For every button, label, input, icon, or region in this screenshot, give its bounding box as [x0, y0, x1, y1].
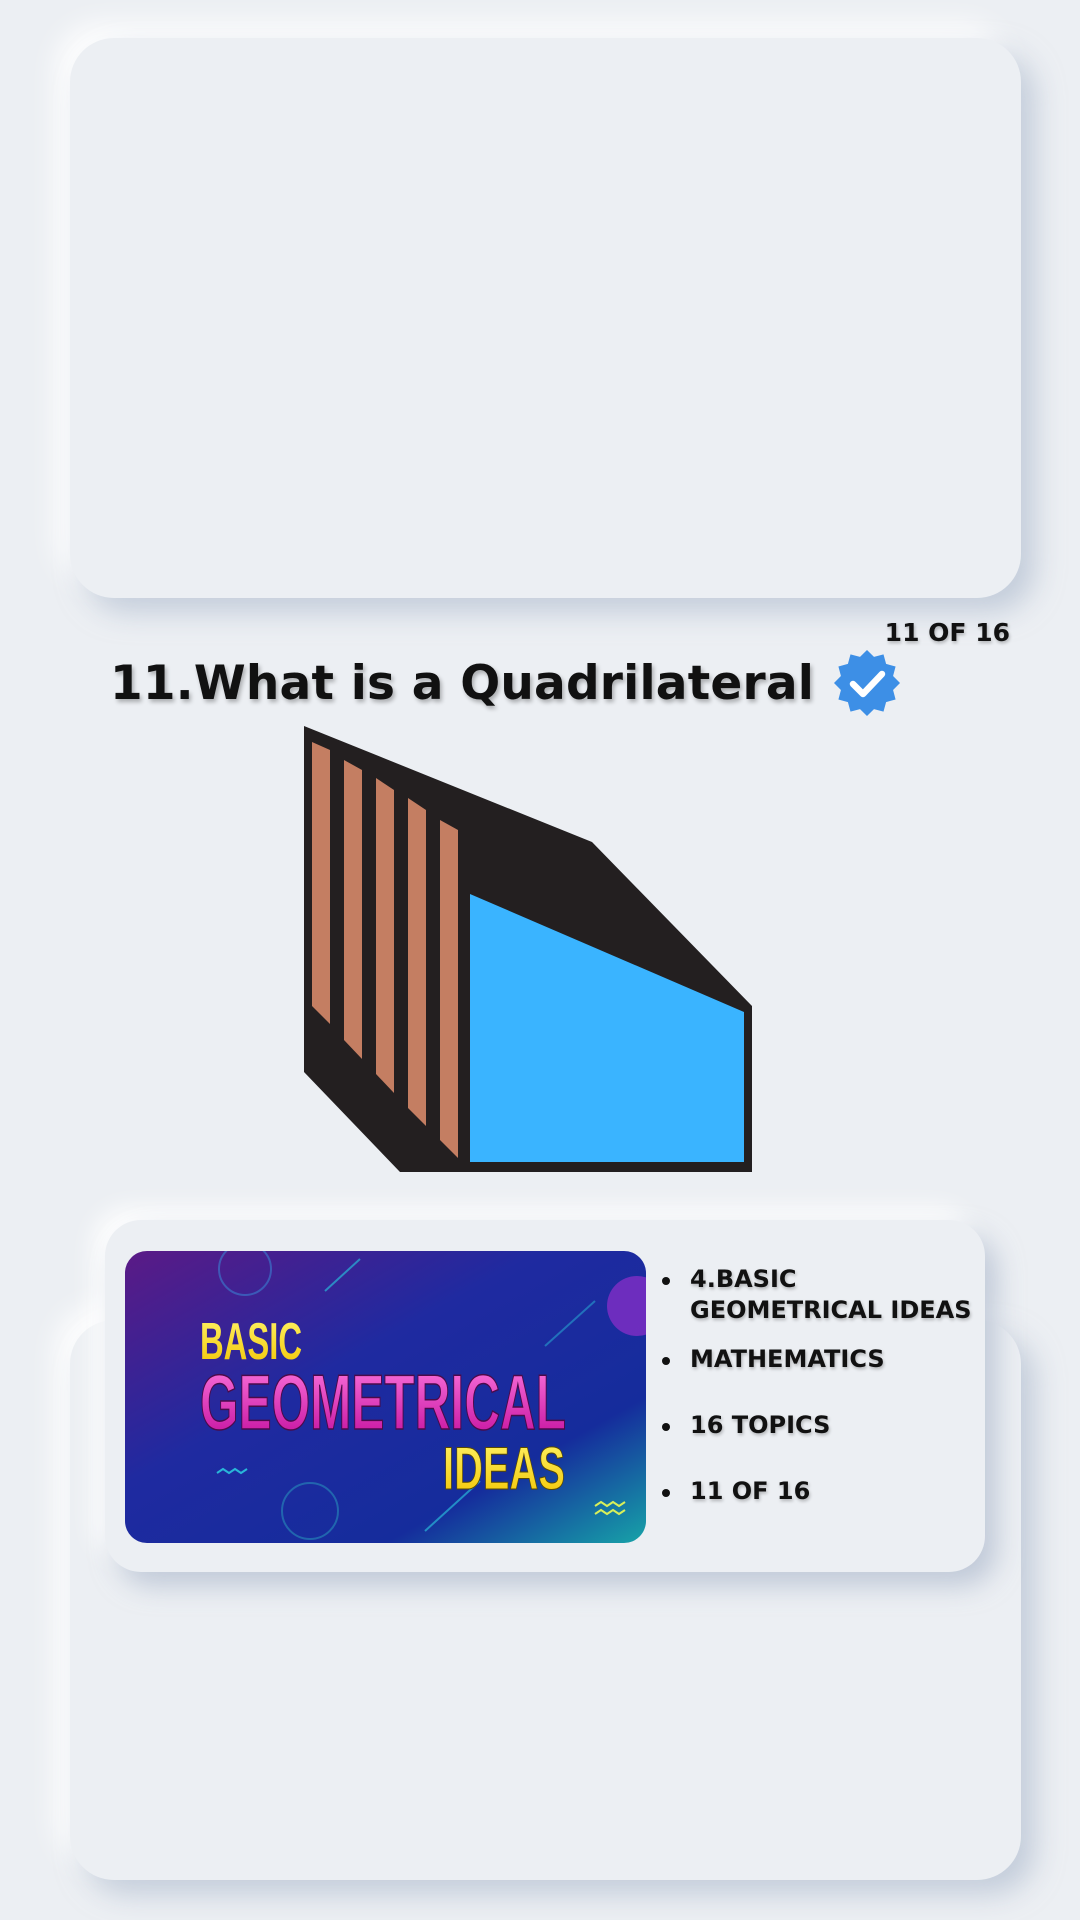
course-info-card[interactable]: BASIC GEOMETRICAL IDEAS 4.BASIC GEOMETRI… — [105, 1220, 985, 1572]
stripe-3 — [376, 778, 394, 1093]
stripe-2 — [344, 760, 362, 1059]
thumbnail-title-geometrical: GEOMETRICAL — [200, 1358, 566, 1446]
video-placeholder-card — [70, 38, 1021, 598]
lesson-title: 11.What is a Quadrilateral — [110, 655, 815, 711]
chapter-name: 4.BASIC GEOMETRICAL IDEAS — [656, 1264, 976, 1326]
course-progress: 11 OF 16 — [656, 1476, 976, 1507]
stripe-4 — [408, 798, 426, 1126]
course-thumbnail[interactable]: BASIC GEOMETRICAL IDEAS — [125, 1251, 646, 1543]
quadrilateral-prism-illustration — [304, 726, 752, 1172]
thumbnail-title-ideas: IDEAS — [443, 1435, 565, 1502]
lesson-title-row: 11.What is a Quadrilateral — [110, 648, 902, 718]
topics-count: 16 TOPICS — [656, 1410, 976, 1441]
course-details-list: 4.BASIC GEOMETRICAL IDEAS MATHEMATICS 16… — [656, 1264, 976, 1507]
topic-counter: 11 OF 16 — [884, 618, 1010, 647]
stripe-5 — [440, 820, 458, 1158]
stripe-1 — [312, 742, 330, 1024]
subject-name: MATHEMATICS — [656, 1344, 976, 1375]
verified-check-icon — [834, 650, 901, 716]
verified-badge-shape — [834, 650, 901, 716]
